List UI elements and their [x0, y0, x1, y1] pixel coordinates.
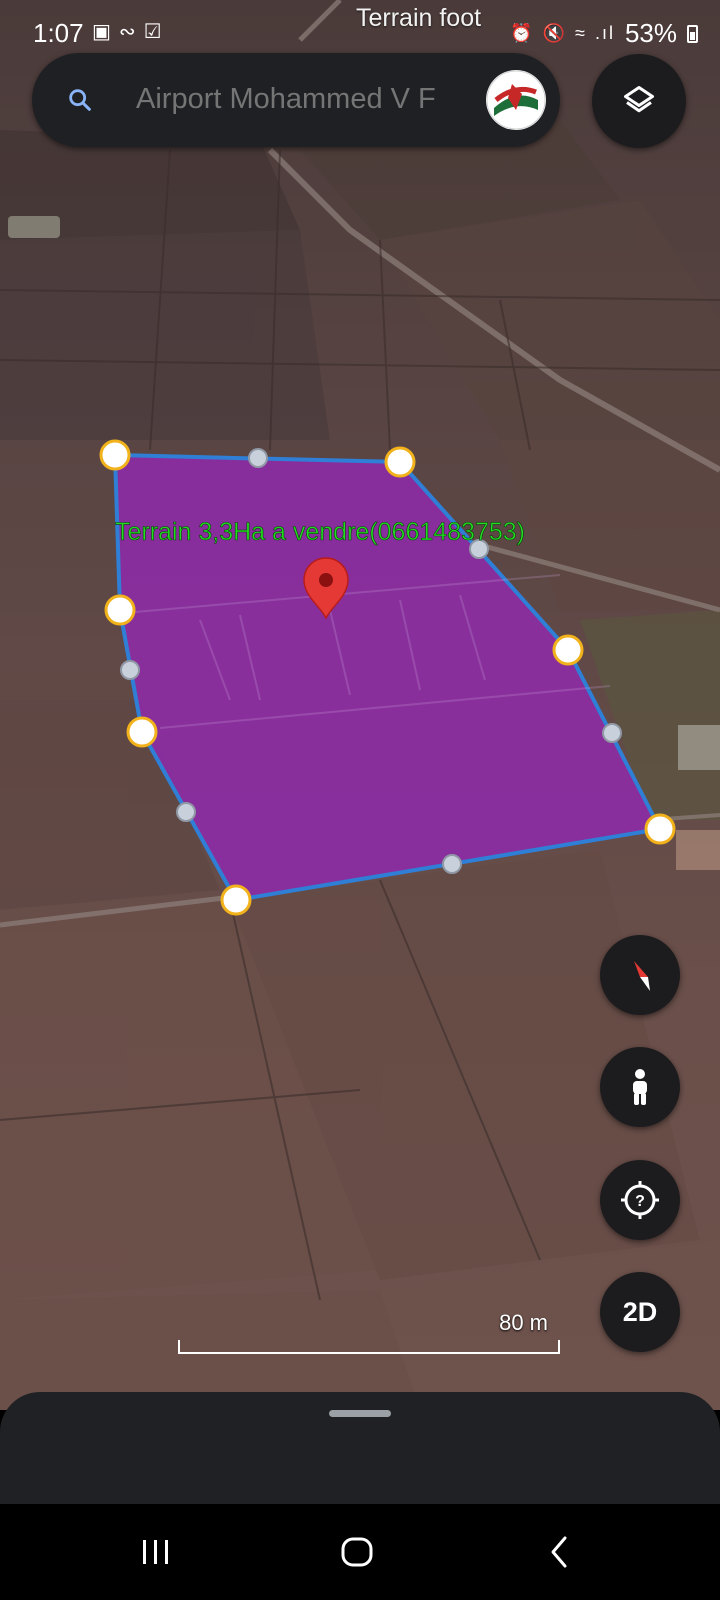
alarm-icon: ⏰ [510, 23, 533, 43]
midpoint-handle [248, 448, 268, 468]
scale-line [178, 1340, 560, 1354]
midpoint-handle [442, 854, 462, 874]
locate-icon: ? [621, 1181, 659, 1219]
system-nav-bar [0, 1504, 720, 1600]
vertex-handle [552, 634, 584, 666]
project-title: Terrain foot [356, 4, 482, 32]
scale-bar: 80 m [178, 1310, 560, 1360]
signal-icon: .ıl [594, 23, 615, 43]
search-input[interactable] [136, 81, 466, 117]
sheet-drag-handle[interactable] [329, 1410, 391, 1417]
compass-button[interactable] [600, 935, 680, 1015]
vertex-handle [126, 716, 158, 748]
view-mode-button[interactable]: 2D [600, 1272, 680, 1352]
wifi-icon: ≈ [575, 23, 585, 43]
layers-button[interactable] [592, 54, 686, 148]
battery-text: 53% [624, 18, 677, 48]
recents-icon [143, 1540, 168, 1564]
search-icon[interactable] [66, 86, 94, 114]
midpoint-handle [120, 660, 140, 680]
battery-icon [687, 24, 698, 43]
vertex-handle [384, 446, 416, 478]
system-icons: ⏰ 🔇 ≈ .ıl 53% [510, 18, 698, 49]
vertex-handle [104, 594, 136, 626]
compass-icon [634, 961, 650, 991]
recents-button[interactable] [136, 1534, 176, 1570]
svg-text:?: ? [635, 1193, 645, 1210]
midpoint-handle [176, 802, 196, 822]
scale-label: 80 m [499, 1310, 548, 1335]
mute-icon: 🔇 [542, 23, 566, 43]
vertex-handle [99, 439, 131, 471]
home-button[interactable] [337, 1534, 377, 1570]
placemark-label: Terrain 3,3Ha a vendre(0661483753) [115, 518, 525, 546]
gallery-icon: ▣ [92, 21, 111, 43]
home-icon [341, 1537, 373, 1567]
back-button[interactable] [540, 1534, 580, 1570]
status-time: 1:07 [33, 18, 84, 48]
vertex-handle [220, 884, 252, 916]
link-icon: ∾ [118, 21, 136, 43]
search-bar[interactable] [32, 53, 560, 147]
avatar[interactable] [486, 70, 546, 130]
pegman-icon [633, 1069, 647, 1105]
bottom-sheet[interactable] [0, 1392, 720, 1504]
street-view-button[interactable] [600, 1047, 680, 1127]
layers-icon [624, 86, 654, 113]
my-location-button[interactable]: ? [600, 1160, 680, 1240]
back-icon [551, 1536, 567, 1568]
midpoint-handle [602, 723, 622, 743]
checkbox-icon: ☑ [143, 21, 162, 43]
vertex-handle [644, 813, 676, 845]
notification-icons: ▣ ∾ ☑ [92, 20, 162, 44]
